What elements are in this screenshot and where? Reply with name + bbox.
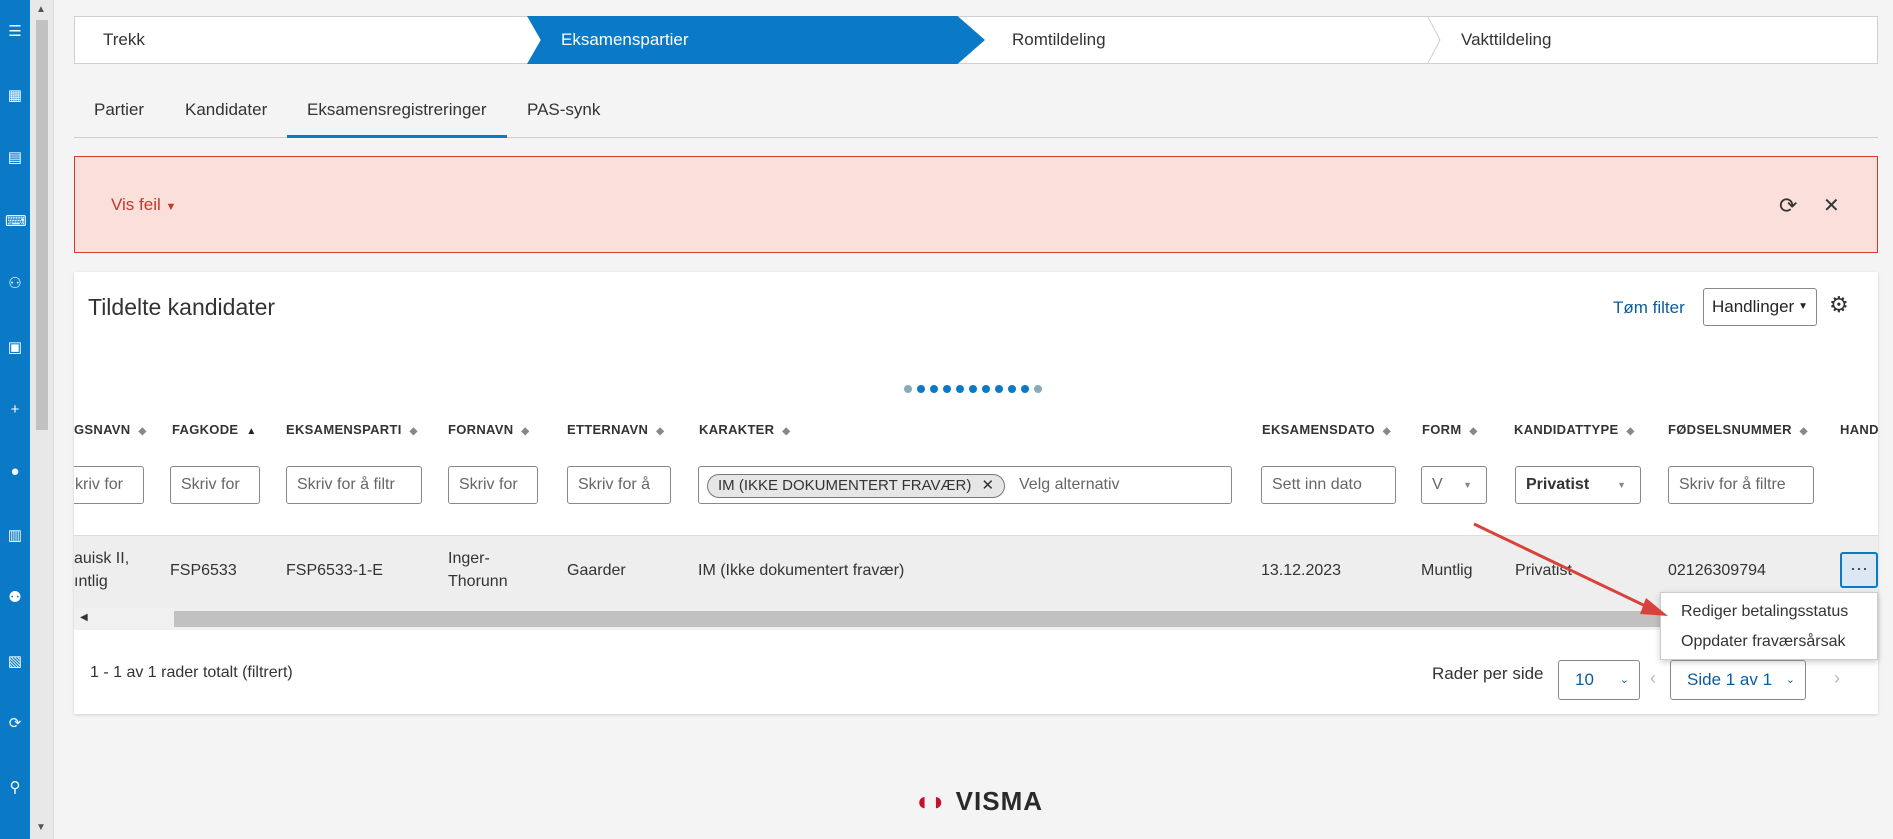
column-header[interactable]: FORM ◆ [1422,422,1477,437]
close-icon[interactable]: ✕ [1823,193,1840,218]
sync-icon[interactable]: ⟳ [5,714,25,734]
menu-icon[interactable]: ☰ [5,22,25,42]
column-header[interactable]: EKSAMENSDATO ◆ [1262,422,1391,437]
horizontal-scrollbar[interactable]: ◀ [74,608,1878,630]
rows-per-page-select[interactable]: 10 ⌄ [1558,660,1640,700]
filter-input[interactable]: Skriv for å [567,466,671,504]
cell-eksamensdato: 13.12.2023 [1261,562,1342,579]
row-context-menu: Rediger betalingsstatus Oppdater fraværs… [1660,592,1878,660]
form-select[interactable]: V ▼ [1421,466,1487,504]
filter-input[interactable]: Skriv for [448,466,538,504]
scroll-up-icon[interactable]: ▲ [36,4,46,15]
column-header[interactable]: FØDSELSNUMMER ◆ [1668,422,1808,437]
karakter-multiselect[interactable]: IM (IKKE DOKUMENTERT FRAVÆR) ✕ Velg alte… [698,466,1232,504]
kandidattype-select[interactable]: Privatist ▼ [1515,466,1641,504]
error-panel: Vis feil ▼ ⟳ ✕ [74,156,1878,253]
date-filter[interactable]: Sett inn dato [1261,466,1396,504]
main-content: Trekk Eksamenspartier Romtildeling Vaktt… [74,0,1878,839]
data-grid-header: GSNAVN ◆ FAGKODE ▲ EKSAMENSPARTI ◆ FORNAVN ◆… [74,422,1878,522]
column-header[interactable]: KARAKTER ◆ [699,422,790,437]
prev-page-icon[interactable]: ‹ [1650,668,1656,689]
cell-fornavn: Inger- [448,550,490,567]
filter-input[interactable]: Skriv for [170,466,260,504]
row-actions-button[interactable]: ··· [1840,552,1878,588]
column-header[interactable]: FORNAVN ◆ [448,422,529,437]
caret-down-icon: ▼ [1798,301,1808,312]
menu-item-edit-payment-status[interactable]: Rediger betalingsstatus [1681,603,1848,621]
caret-down-icon: ▼ [1463,480,1472,490]
row-count: 1 - 1 av 1 rader totalt (filtrert) [90,664,293,681]
selected-tag: IM (IKKE DOKUMENTERT FRAVÆR) ✕ [707,474,1006,498]
page-select[interactable]: Side 1 av 1 ⌄ [1670,660,1806,700]
step-separator-icon [1427,17,1441,63]
student-icon[interactable]: ⚇ [5,274,25,294]
tab-kandidater[interactable]: Kandidater [185,100,267,138]
candidates-card: Tildelte kandidater Tøm filter Handlinge… [74,272,1878,714]
cell-fornavn-line2: Thorunn [448,573,508,590]
calendar-icon[interactable]: ▥ [5,526,25,546]
tab-partier[interactable]: Partier [94,100,144,138]
cell-eksamensparti: FSP6533-1-E [286,562,383,579]
filter-input[interactable]: kriv for [74,466,144,504]
step-trekk[interactable]: Trekk [103,17,145,63]
visma-logo: ◖◗ VISMA [914,786,1043,816]
loading-indicator [904,380,1047,398]
scroll-left-icon[interactable]: ◀ [80,612,88,623]
cell-emnenavn: auisk II, [74,550,130,567]
column-header[interactable]: KANDIDATTYPE ◆ [1514,422,1634,437]
cell-emnenavn-line2: ıntlig [74,573,108,590]
scrollbar-thumb[interactable] [36,20,48,430]
briefcase-icon[interactable]: ▣ [5,338,25,358]
cell-fodselsnummer: 02126309794 [1668,562,1766,579]
teacher-icon[interactable]: ⌨ [5,212,27,232]
step-eksamenspartier[interactable]: Eksamenspartier [561,17,689,63]
tab-eksamensregistreringer[interactable]: Eksamensregistreringer [287,100,507,138]
chevron-down-icon: ⌄ [1785,674,1795,686]
cell-fagkode: FSP6533 [170,562,237,579]
filter-input[interactable]: Skriv for å filtre [1668,466,1814,504]
cell-kandidattype: Privatist [1515,562,1572,579]
caret-down-icon: ▼ [1617,480,1626,490]
card-title: Tildelte kandidater [88,294,276,320]
wizard-steps: Trekk Eksamenspartier Romtildeling Vaktt… [74,16,1878,64]
vertical-scrollbar[interactable]: ▲ ▼ [30,0,54,839]
app-sidebar: ☰ ▦ ▤ ⌨ ⚇ ▣ + ● ▥ ⚉ ▧ ⟳ ⚲ [0,0,30,839]
actions-dropdown[interactable]: Handlinger ▼ [1703,288,1817,326]
menu-item-update-absence-reason[interactable]: Oppdater fraværsårsak [1681,633,1846,651]
cell-etternavn: Gaarder [567,562,626,579]
gear-icon[interactable]: ⚙ [1829,292,1849,318]
chat-icon[interactable]: ● [5,462,25,482]
scroll-down-icon[interactable]: ▼ [36,822,46,833]
column-header[interactable]: GSNAVN ◆ [74,422,146,437]
table-row[interactable]: auisk II, ıntlig FSP6533 FSP6533-1-E Ing… [74,535,1878,608]
cell-karakter: IM (Ikke dokumentert fravær) [698,562,905,579]
user-check-icon[interactable]: ⚲ [5,778,25,798]
dashboard-icon[interactable]: ▦ [5,86,25,106]
column-header[interactable]: ETTERNAVN ◆ [567,422,664,437]
book-icon[interactable]: ▤ [5,148,25,168]
tab-bar: Partier Kandidater Eksamensregistreringe… [74,92,1878,138]
scrollbar-thumb[interactable] [174,611,1874,627]
column-header[interactable]: FAGKODE ▲ [172,422,257,437]
close-icon[interactable]: ✕ [982,477,995,494]
plus-icon[interactable]: + [5,400,25,420]
column-header: HAND [1840,422,1878,437]
filter-input[interactable]: Skriv for å filtr [286,466,422,504]
next-page-icon[interactable]: › [1834,668,1840,689]
tab-pas-synk[interactable]: PAS-synk [527,100,600,138]
caret-down-icon: ▼ [165,201,177,213]
multiselect-placeholder: Velg alternativ [1019,476,1120,493]
column-header[interactable]: EKSAMENSPARTI ◆ [286,422,418,437]
group-icon[interactable]: ⚉ [5,588,25,608]
cell-form: Muntlig [1421,562,1473,579]
rows-per-page-label: Rader per side [1432,664,1544,683]
step-vakttildeling[interactable]: Vakttildeling [1461,17,1551,63]
refresh-icon[interactable]: ⟳ [1779,193,1797,219]
clear-filter-link[interactable]: Tøm filter [1613,298,1685,318]
chevron-down-icon: ⌄ [1619,674,1629,686]
calendar-check-icon[interactable]: ▧ [5,652,25,672]
step-romtildeling[interactable]: Romtildeling [1012,17,1106,63]
show-errors-toggle[interactable]: Vis feil ▼ [111,195,176,215]
